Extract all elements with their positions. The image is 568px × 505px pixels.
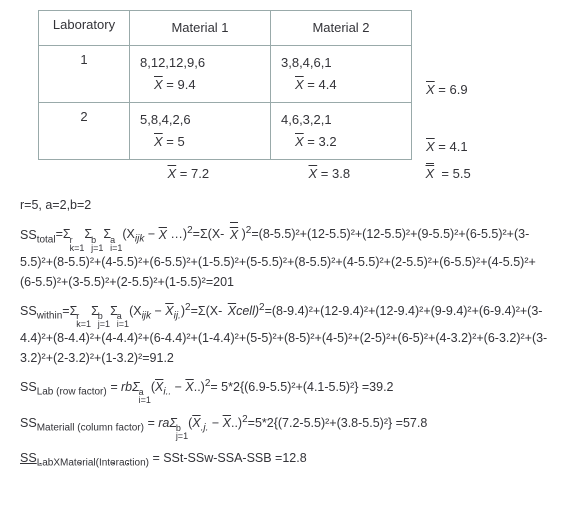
row-mean: X = 4.1 (412, 103, 517, 160)
values: 3,8,4,6,1 (281, 52, 401, 74)
cell-mean: X = 3.2 (281, 131, 401, 153)
table-row: 1 8,12,12,9,6 X = 9.4 3,8,4,6,1 X = 4.4 … (39, 46, 517, 103)
col-header-lab: Laboratory (39, 11, 130, 46)
cell-mean: X = 9.4 (140, 74, 260, 96)
cell-m2: 3,8,4,6,1 X = 4.4 (271, 46, 412, 103)
col-header-m1: Material 1 (130, 11, 271, 46)
cell-mean: X = 4.4 (281, 74, 401, 96)
cell-m1: 5,8,4,2,6 X = 5 (130, 103, 271, 160)
column-means-row: X = 7.2 X = 3.8 X = 5.5 (39, 160, 517, 188)
ss-interaction: SSLabXMaterial(Interaction) = SSt-SSw-SS… (20, 448, 548, 472)
cell-mean: X = 5 (140, 131, 260, 153)
ss-within: SSwithin=Σrk=1Σbj=1Σai=1(Xijk − Xij.)2=Σ… (20, 300, 548, 368)
values: 8,12,12,9,6 (140, 52, 260, 74)
params-line: r=5, a=2,b=2 (20, 195, 548, 215)
anova-data-table: Laboratory Material 1 Material 2 1 8,12,… (38, 10, 517, 187)
table-row: 2 5,8,4,2,6 X = 5 4,6,3,2,1 X = 3.2 X = … (39, 103, 517, 160)
values: 5,8,4,2,6 (140, 109, 260, 131)
cell-m2: 4,6,3,2,1 X = 3.2 (271, 103, 412, 160)
grand-mean: X = 5.5 (412, 160, 517, 188)
col-header-m2: Material 2 (271, 11, 412, 46)
cell-m1: 8,12,12,9,6 X = 9.4 (130, 46, 271, 103)
lab-id: 2 (39, 103, 130, 160)
col-mean-m1: X = 7.2 (130, 160, 271, 188)
ss-total: SStotal=Σrk=1Σbj=1Σai=1(Xijk − X …)2=Σ(X… (20, 223, 548, 291)
row-mean: X = 6.9 (412, 46, 517, 103)
ss-lab: SSLab (row factor) = rbΣai=1(Xi.. − X..)… (20, 376, 548, 404)
lab-id: 1 (39, 46, 130, 103)
ss-material: SSMateriall (column factor) = raΣbj=1(X.… (20, 412, 548, 440)
values: 4,6,3,2,1 (281, 109, 401, 131)
col-mean-m2: X = 3.8 (271, 160, 412, 188)
